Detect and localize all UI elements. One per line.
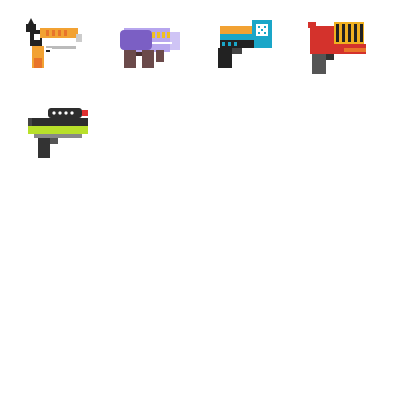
lime-blaster-icon [24,104,96,176]
orange-blaster-icon [20,14,92,86]
red-blaster-icon [304,14,376,86]
sprite-sheet [0,0,400,400]
teal-blaster-icon [212,14,284,86]
purple-blaster-icon [114,14,186,86]
